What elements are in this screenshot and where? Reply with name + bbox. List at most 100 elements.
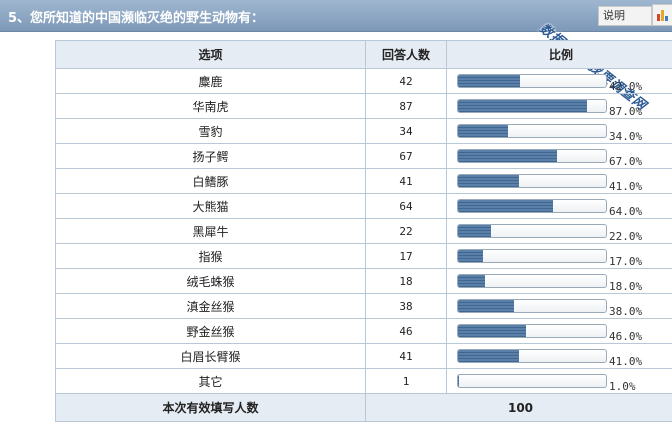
progress-bar <box>457 199 607 214</box>
explain-label: 说明 <box>603 9 625 22</box>
option-label: 大熊猫 <box>55 193 366 219</box>
progress-bar <box>457 74 607 89</box>
ratio-cell: 64.0% <box>446 193 672 219</box>
answer-count: 34 <box>365 118 447 144</box>
answer-count: 41 <box>365 343 447 369</box>
percent-label: 38.0% <box>609 305 643 319</box>
progress-bar <box>457 374 607 389</box>
percent-label: 64.0% <box>609 205 643 219</box>
answer-count: 42 <box>365 68 447 94</box>
answer-count: 38 <box>365 293 447 319</box>
table-body: 麋鹿 42 42.0% 华南虎 87 87.0% 雪豹 34 34.0% 扬子鳄 67 67.0% 白鳍… <box>55 68 672 394</box>
progress-bar <box>457 99 607 114</box>
percent-label: 22.0% <box>609 230 643 244</box>
table-row: 野金丝猴 46 46.0% <box>55 318 672 344</box>
ratio-cell: 42.0% <box>446 68 672 94</box>
progress-bar-fill <box>458 125 509 138</box>
percent-label: 34.0% <box>609 130 643 144</box>
progress-bar-fill <box>458 325 527 338</box>
ratio-cell: 87.0% <box>446 93 672 119</box>
percent-label: 1.0% <box>609 380 636 394</box>
answer-count: 64 <box>365 193 447 219</box>
answer-count: 41 <box>365 168 447 194</box>
option-label: 白眉长臂猴 <box>55 343 366 369</box>
progress-bar-fill <box>458 200 553 213</box>
chart-icon-bar <box>661 10 664 21</box>
ratio-cell: 34.0% <box>446 118 672 144</box>
option-label: 指猴 <box>55 243 366 269</box>
ratio-cell: 41.0% <box>446 168 672 194</box>
answer-count: 18 <box>365 268 447 294</box>
ratio-cell: 46.0% <box>446 318 672 344</box>
ratio-cell: 41.0% <box>446 343 672 369</box>
progress-bar <box>457 174 607 189</box>
chart-icon <box>657 14 660 21</box>
question-header: 5、您所知道的中国濒临灭绝的野生动物有： 说明 <box>0 0 672 32</box>
ratio-cell: 22.0% <box>446 218 672 244</box>
percent-label: 41.0% <box>609 180 643 194</box>
percent-label: 18.0% <box>609 280 643 294</box>
table-row: 雪豹 34 34.0% <box>55 118 672 144</box>
progress-bar <box>457 224 607 239</box>
percent-label: 46.0% <box>609 330 643 344</box>
question-title: 5、您所知道的中国濒临灭绝的野生动物有： <box>8 11 265 26</box>
answer-count: 22 <box>365 218 447 244</box>
option-label: 野金丝猴 <box>55 318 366 344</box>
answer-count: 1 <box>365 368 447 394</box>
ratio-cell: 18.0% <box>446 268 672 294</box>
ratio-cell: 17.0% <box>446 243 672 269</box>
table-row: 华南虎 87 87.0% <box>55 93 672 119</box>
progress-bar <box>457 274 607 289</box>
option-label: 黑犀牛 <box>55 218 366 244</box>
table-row: 扬子鳄 67 67.0% <box>55 143 672 169</box>
option-label: 雪豹 <box>55 118 366 144</box>
column-header-count: 回答人数 <box>365 40 447 69</box>
table-row: 麋鹿 42 42.0% <box>55 68 672 94</box>
chart-view-button[interactable] <box>652 4 672 26</box>
table-row: 其它 1 1.0% <box>55 368 672 394</box>
progress-bar-fill <box>458 275 485 288</box>
table-row: 白鳍豚 41 41.0% <box>55 168 672 194</box>
table-row: 滇金丝猴 38 38.0% <box>55 293 672 319</box>
progress-bar <box>457 249 607 264</box>
table-row: 指猴 17 17.0% <box>55 243 672 269</box>
ratio-cell: 1.0% <box>446 368 672 394</box>
footer-value: 100 <box>365 393 672 422</box>
progress-bar <box>457 324 607 339</box>
progress-bar-fill <box>458 300 515 313</box>
column-header-ratio: 比例 <box>446 40 672 69</box>
option-label: 扬子鳄 <box>55 143 366 169</box>
option-label: 白鳍豚 <box>55 168 366 194</box>
progress-bar-fill <box>458 225 491 238</box>
progress-bar-fill <box>458 150 558 163</box>
progress-bar <box>457 349 607 364</box>
explain-button[interactable]: 说明 <box>598 6 652 26</box>
table-header-row: 选项 回答人数 比例 <box>55 40 672 69</box>
answer-count: 67 <box>365 143 447 169</box>
percent-label: 41.0% <box>609 355 643 369</box>
option-label: 华南虎 <box>55 93 366 119</box>
option-label: 其它 <box>55 368 366 394</box>
answer-count: 87 <box>365 93 447 119</box>
chart-icon-bar <box>665 16 668 21</box>
results-table: 选项 回答人数 比例 麋鹿 42 42.0% 华南虎 87 87.0% 雪豹 34 34.0% 扬… <box>55 40 672 422</box>
option-label: 麋鹿 <box>55 68 366 94</box>
table-footer-row: 本次有效填写人数 100 <box>55 393 672 422</box>
percent-label: 42.0% <box>609 80 643 94</box>
ratio-cell: 67.0% <box>446 143 672 169</box>
progress-bar <box>457 149 607 164</box>
option-label: 滇金丝猴 <box>55 293 366 319</box>
footer-label: 本次有效填写人数 <box>55 393 366 422</box>
progress-bar-fill <box>458 175 519 188</box>
progress-bar-fill <box>458 100 587 113</box>
progress-bar-fill <box>458 350 519 363</box>
progress-bar <box>457 299 607 314</box>
progress-bar <box>457 124 607 139</box>
column-header-option: 选项 <box>55 40 366 69</box>
table-row: 绒毛蛛猴 18 18.0% <box>55 268 672 294</box>
answer-count: 46 <box>365 318 447 344</box>
table-row: 黑犀牛 22 22.0% <box>55 218 672 244</box>
progress-bar-fill <box>458 250 484 263</box>
ratio-cell: 38.0% <box>446 293 672 319</box>
progress-bar-fill <box>458 375 460 388</box>
